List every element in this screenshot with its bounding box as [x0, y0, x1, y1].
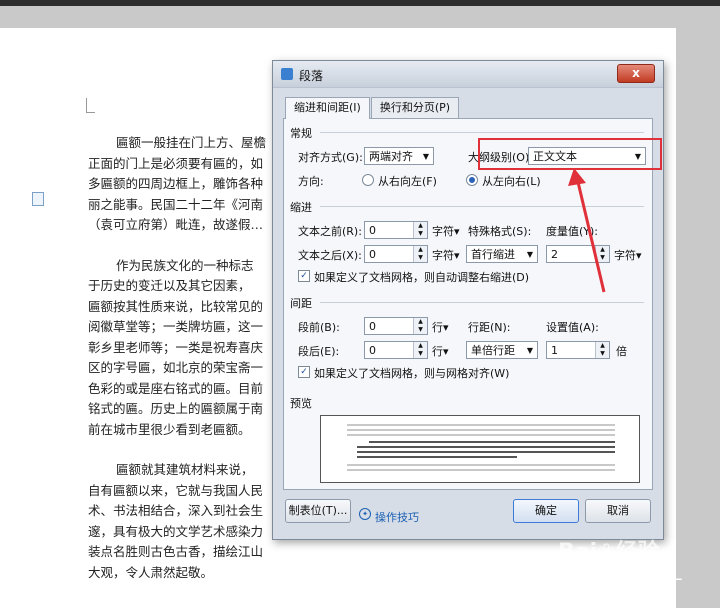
tab-indent-spacing[interactable]: 缩进和间距(I)	[285, 97, 370, 119]
baidu-watermark: Bai❀经验	[558, 540, 660, 565]
zhihu-watermark: 知乎 @非一	[592, 571, 683, 591]
annotation-arrow-icon	[568, 168, 606, 293]
arrow-head	[568, 168, 586, 186]
arrow-shaft	[576, 181, 606, 293]
